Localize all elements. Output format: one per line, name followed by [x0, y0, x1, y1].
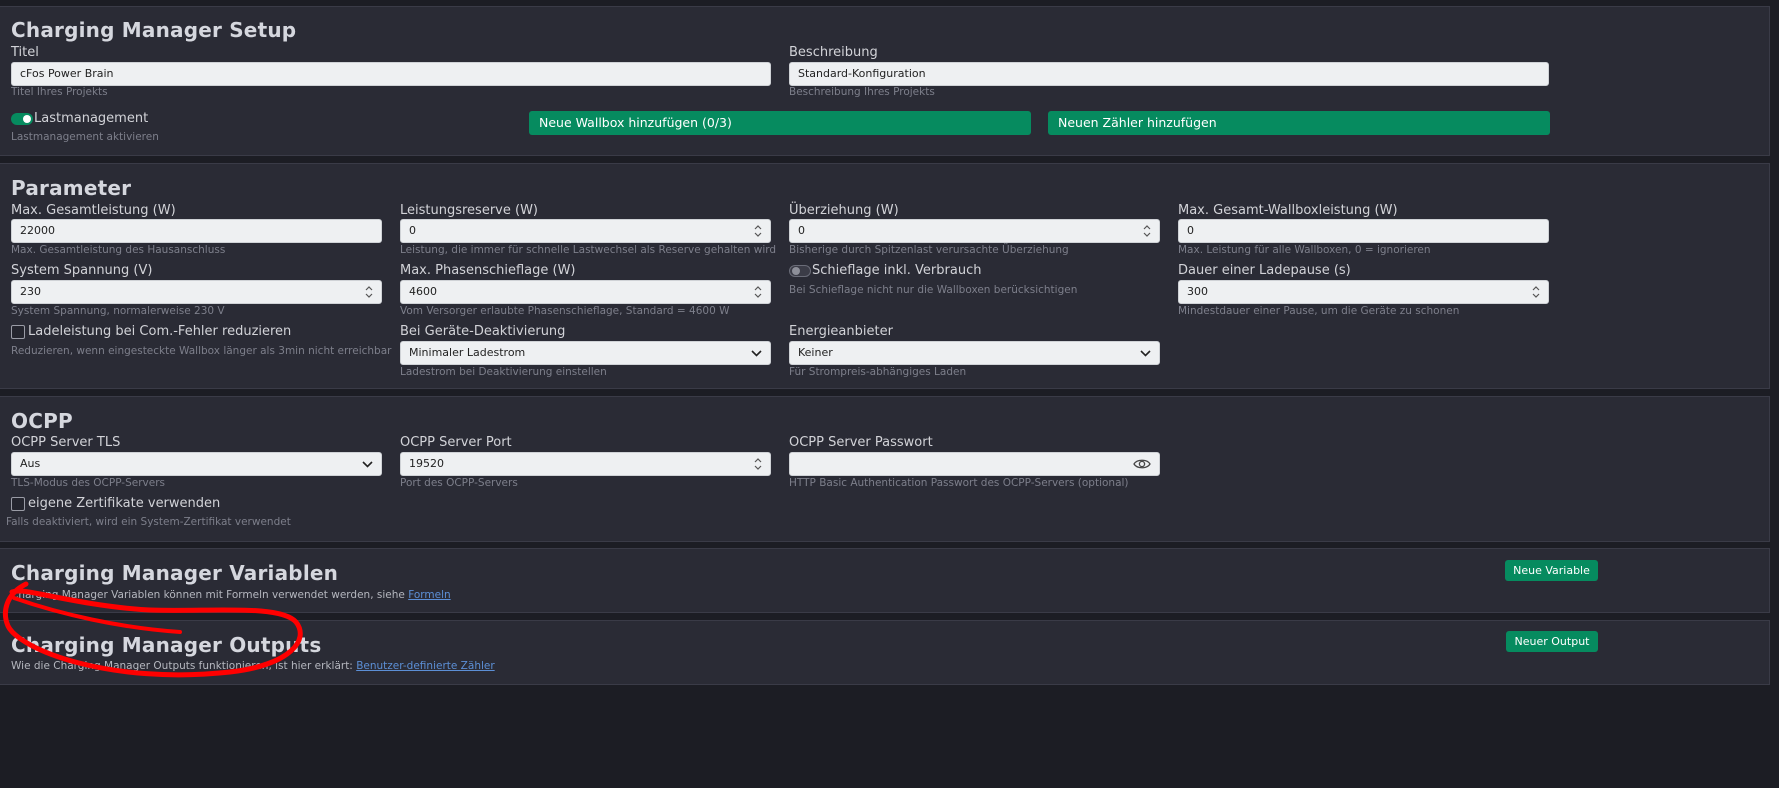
ocpp-port-value: 19520 [409, 457, 444, 470]
description-hint: Beschreibung Ihres Projekts [789, 86, 935, 98]
toggle-knob [23, 115, 31, 123]
outputs-text: Wie die Charging Manager Outputs funktio… [11, 660, 357, 672]
pause-duration-value: 300 [1187, 285, 1208, 298]
new-variable-button[interactable]: Neue Variable [1505, 560, 1598, 581]
spinner-icon[interactable] [1532, 285, 1540, 299]
schieflage-hint: Bei Schieflage nicht nur die Wallboxen b… [789, 284, 1078, 296]
pause-duration-input[interactable]: 300 [1178, 280, 1549, 304]
spinner-icon[interactable] [754, 224, 762, 238]
add-meter-button[interactable]: Neuen Zähler hinzufügen [1048, 111, 1550, 135]
chevron-down-icon [1140, 350, 1151, 357]
reduce-power-checkbox[interactable] [11, 325, 25, 339]
power-reserve-hint: Leistung, die immer für schnelle Lastwec… [400, 244, 777, 256]
overdraw-label: Überziehung (W) [789, 203, 899, 218]
own-certificates-label: eigene Zertifikate verwenden [28, 496, 221, 511]
ocpp-password-input[interactable] [789, 452, 1160, 476]
user-defined-meters-link[interactable]: Benutzer-definierte Zähler [356, 660, 494, 672]
spinner-icon[interactable] [754, 285, 762, 299]
chevron-down-icon [751, 350, 762, 357]
description-input[interactable]: Standard-Konfiguration [789, 62, 1549, 86]
phase-imbalance-hint: Vom Versorger erlaubte Phasenschieflage,… [400, 305, 730, 317]
max-total-power-label: Max. Gesamtleistung (W) [11, 203, 176, 218]
variables-text: Charging Manager Variablen können mit Fo… [11, 589, 409, 601]
max-total-power-hint: Max. Gesamtleistung des Hausanschluss [11, 244, 226, 256]
schieflage-label: Schieflage inkl. Verbrauch [812, 263, 982, 278]
ocpp-tls-hint: TLS-Modus des OCPP-Servers [11, 477, 165, 489]
ocpp-tls-select[interactable]: Aus [11, 452, 382, 476]
deactivation-value: Minimaler Ladestrom [409, 346, 526, 359]
toggle-knob [792, 267, 800, 275]
phase-imbalance-input[interactable]: 4600 [400, 280, 771, 304]
variables-heading: Charging Manager Variablen [11, 561, 339, 585]
lastmanagement-label: Lastmanagement [34, 111, 149, 126]
energy-provider-hint: Für Strompreis-abhängiges Laden [789, 366, 967, 378]
energy-provider-select[interactable]: Keiner [789, 341, 1160, 365]
add-wallbox-button[interactable]: Neue Wallbox hinzufügen (0/3) [529, 111, 1031, 135]
system-voltage-hint: System Spannung, normalerweise 230 V [11, 305, 225, 317]
ocpp-password-hint: HTTP Basic Authentication Passwort des O… [789, 477, 1129, 489]
max-wallbox-power-hint: Max. Leistung für alle Wallboxen, 0 = ig… [1178, 244, 1431, 256]
overdraw-hint: Bisherige durch Spitzenlast verursachte … [789, 244, 1069, 256]
own-certificates-checkbox[interactable] [11, 497, 25, 511]
setup-heading: Charging Manager Setup [11, 18, 297, 42]
overdraw-input[interactable]: 0 [789, 219, 1160, 243]
spinner-icon[interactable] [365, 285, 373, 299]
title-label: Titel [11, 45, 39, 60]
variables-description: Charging Manager Variablen können mit Fo… [11, 589, 451, 601]
power-reserve-label: Leistungsreserve (W) [400, 203, 538, 218]
deactivation-label: Bei Geräte-Deaktivierung [400, 324, 566, 339]
add-wallbox-label: Neue Wallbox hinzufügen (0/3) [539, 115, 732, 130]
system-voltage-label: System Spannung (V) [11, 263, 153, 278]
deactivation-hint: Ladestrom bei Deaktivierung einstellen [400, 366, 607, 378]
ocpp-port-label: OCPP Server Port [400, 435, 512, 450]
ocpp-password-label: OCPP Server Passwort [789, 435, 933, 450]
system-voltage-value: 230 [20, 285, 41, 298]
ocpp-port-input[interactable]: 19520 [400, 452, 771, 476]
spinner-icon[interactable] [754, 457, 762, 471]
ocpp-tls-label: OCPP Server TLS [11, 435, 121, 450]
system-voltage-input[interactable]: 230 [11, 280, 382, 304]
add-meter-label: Neuen Zähler hinzufügen [1058, 115, 1217, 130]
reduce-power-label: Ladeleistung bei Com.-Fehler reduzieren [28, 324, 292, 339]
formulas-link[interactable]: Formeln [408, 589, 450, 601]
chevron-down-icon [362, 461, 373, 468]
eye-icon[interactable] [1133, 458, 1151, 470]
energy-provider-label: Energieanbieter [789, 324, 893, 339]
own-certificates-hint: Falls deaktiviert, wird ein System-Zerti… [6, 516, 291, 528]
ocpp-tls-value: Aus [20, 457, 41, 470]
overdraw-value: 0 [798, 224, 805, 237]
parameter-heading: Parameter [11, 176, 132, 200]
max-wallbox-power-input[interactable]: 0 [1178, 219, 1549, 243]
power-reserve-input[interactable]: 0 [400, 219, 771, 243]
phase-imbalance-value: 4600 [409, 285, 437, 298]
outputs-heading: Charging Manager Outputs [11, 633, 322, 657]
energy-provider-value: Keiner [798, 346, 833, 359]
lastmanagement-toggle[interactable] [11, 113, 33, 125]
ocpp-port-hint: Port des OCPP-Servers [400, 477, 518, 489]
pause-duration-label: Dauer einer Ladepause (s) [1178, 263, 1351, 278]
new-variable-label: Neue Variable [1513, 564, 1590, 577]
max-total-power-input[interactable]: 22000 [11, 219, 382, 243]
power-reserve-value: 0 [409, 224, 416, 237]
new-output-label: Neuer Output [1514, 635, 1590, 648]
deactivation-select[interactable]: Minimaler Ladestrom [400, 341, 771, 365]
phase-imbalance-label: Max. Phasenschieflage (W) [400, 263, 576, 278]
pause-duration-hint: Mindestdauer einer Pause, um die Geräte … [1178, 305, 1460, 317]
schieflage-toggle[interactable] [789, 265, 811, 277]
title-hint: Titel Ihres Projekts [11, 86, 108, 98]
spinner-icon[interactable] [1143, 224, 1151, 238]
description-label: Beschreibung [789, 45, 878, 60]
ocpp-heading: OCPP [11, 409, 73, 433]
title-input[interactable]: cFos Power Brain [11, 62, 771, 86]
reduce-power-hint: Reduzieren, wenn eingesteckte Wallbox lä… [11, 345, 392, 357]
max-wallbox-power-label: Max. Gesamt-Wallboxleistung (W) [1178, 203, 1398, 218]
new-output-button[interactable]: Neuer Output [1506, 631, 1598, 652]
outputs-description: Wie die Charging Manager Outputs funktio… [11, 660, 495, 672]
lastmanagement-hint: Lastmanagement aktivieren [11, 131, 159, 143]
